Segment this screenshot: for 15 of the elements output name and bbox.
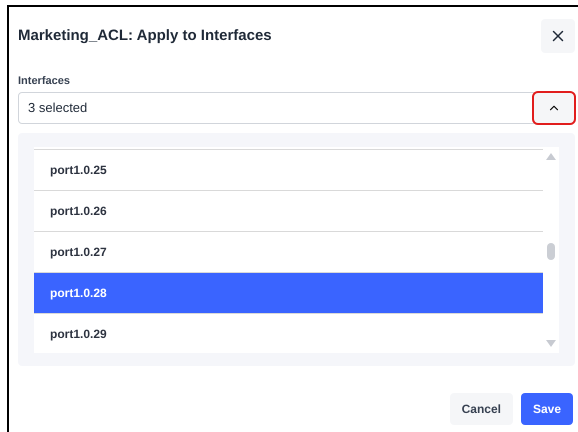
close-button[interactable] — [541, 19, 575, 53]
dialog-title: Marketing_ACL: Apply to Interfaces — [18, 26, 272, 46]
scroll-up-icon — [546, 152, 556, 160]
dropdown-value: 3 selected — [27, 98, 88, 117]
cancel-button[interactable]: Cancel — [450, 392, 513, 424]
interfaces-dropdown[interactable]: 3 selected — [18, 92, 575, 124]
scroll-down-icon — [546, 340, 556, 346]
option-item[interactable]: port1.0.28 — [34, 272, 543, 312]
option-item[interactable]: port1.0.25 — [34, 148, 543, 190]
option-item[interactable]: port1.0.29 — [34, 312, 543, 352]
field-label: Interfaces — [18, 74, 71, 89]
option-item[interactable]: port1.0.26 — [34, 190, 543, 230]
scroll-thumb[interactable] — [547, 242, 555, 260]
save-button[interactable]: Save — [520, 392, 573, 424]
toggle-button[interactable] — [534, 92, 574, 122]
